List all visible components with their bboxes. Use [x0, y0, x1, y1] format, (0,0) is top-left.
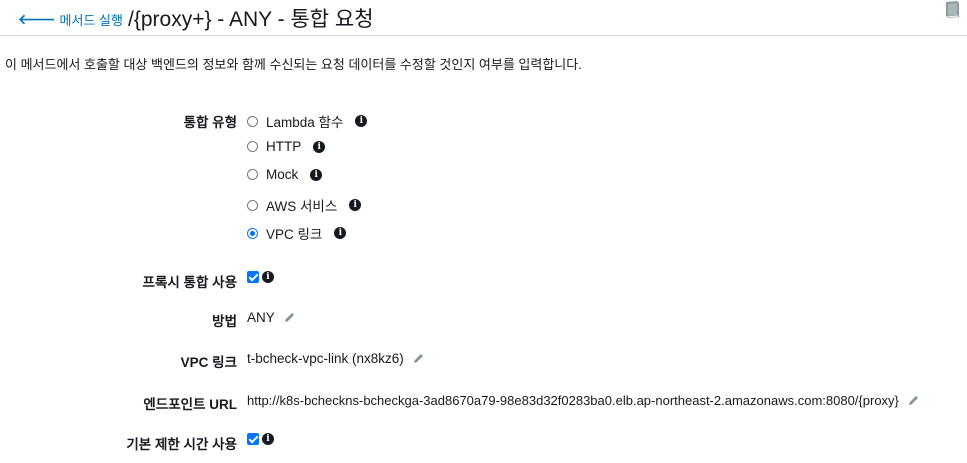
vpc-link-value-row: t-bcheck-vpc-link (nx8kz6): [247, 351, 425, 366]
radio-option-lambda[interactable]: Lambda 함수 i: [247, 111, 368, 131]
proxy-integration-checkbox[interactable]: [247, 271, 259, 283]
radio-lambda-label: Lambda 함수: [266, 115, 344, 130]
info-icon[interactable]: i: [262, 271, 274, 283]
info-icon[interactable]: i: [334, 227, 347, 239]
description-text: 이 메서드에서 호출할 대상 백엔드의 정보와 함께 수신되는 요청 데이터를 …: [5, 57, 582, 72]
book-icon[interactable]: [943, 0, 961, 20]
proxy-integration-label: 프록시 통합 사용: [142, 275, 237, 290]
radio-mock-label: Mock: [266, 167, 299, 182]
radio-option-mock[interactable]: Mock i: [247, 167, 323, 182]
method-label: 방법: [212, 314, 237, 329]
endpoint-url-value: http://k8s-bcheckns-bcheckga-3ad8670a79-…: [247, 393, 899, 408]
default-timeout-label: 기본 제한 시간 사용: [126, 437, 237, 452]
info-icon[interactable]: i: [313, 140, 326, 153]
radio-lambda[interactable]: [247, 115, 258, 127]
info-icon[interactable]: i: [310, 168, 323, 181]
method-value-row: ANY: [247, 310, 296, 325]
radio-option-aws-service[interactable]: AWS 서비스 i: [247, 195, 362, 215]
pencil-icon[interactable]: [907, 394, 920, 407]
radio-http[interactable]: [247, 141, 258, 152]
page-header: 🡐 메서드 실행 /{proxy+} - ANY - 통합 요청: [0, 0, 967, 36]
pencil-icon[interactable]: [412, 352, 425, 365]
back-to-method-execution-link[interactable]: 🡐 메서드 실행: [18, 10, 123, 29]
page-title: /{proxy+} - ANY - 통합 요청: [128, 8, 374, 31]
radio-vpc-link-label: VPC 링크: [266, 227, 323, 242]
info-icon[interactable]: i: [355, 115, 368, 127]
endpoint-url-label: 엔드포인트 URL: [143, 397, 237, 412]
radio-aws-service[interactable]: [247, 199, 258, 211]
radio-aws-service-label: AWS 서비스: [266, 199, 338, 214]
default-timeout-checkbox[interactable]: [247, 433, 259, 445]
proxy-integration-control: i: [247, 271, 274, 283]
radio-http-label: HTTP: [266, 139, 302, 154]
radio-vpc-link[interactable]: [247, 227, 258, 239]
info-icon[interactable]: i: [262, 433, 274, 445]
pencil-icon[interactable]: [283, 311, 296, 324]
back-link-label: 메서드 실행: [59, 13, 123, 28]
vpc-link-value: t-bcheck-vpc-link (nx8kz6): [247, 351, 404, 366]
arrow-left-icon: 🡐: [18, 11, 56, 27]
info-icon[interactable]: i: [349, 199, 362, 211]
radio-mock[interactable]: [247, 169, 258, 180]
endpoint-url-value-row: http://k8s-bcheckns-bcheckga-3ad8670a79-…: [247, 393, 920, 408]
integration-type-label: 통합 유형: [183, 115, 237, 130]
default-timeout-control: i: [247, 433, 274, 445]
vpc-link-label: VPC 링크: [180, 355, 237, 370]
method-value: ANY: [247, 310, 275, 325]
radio-option-http[interactable]: HTTP i: [247, 139, 326, 154]
radio-option-vpc-link[interactable]: VPC 링크 i: [247, 223, 347, 243]
